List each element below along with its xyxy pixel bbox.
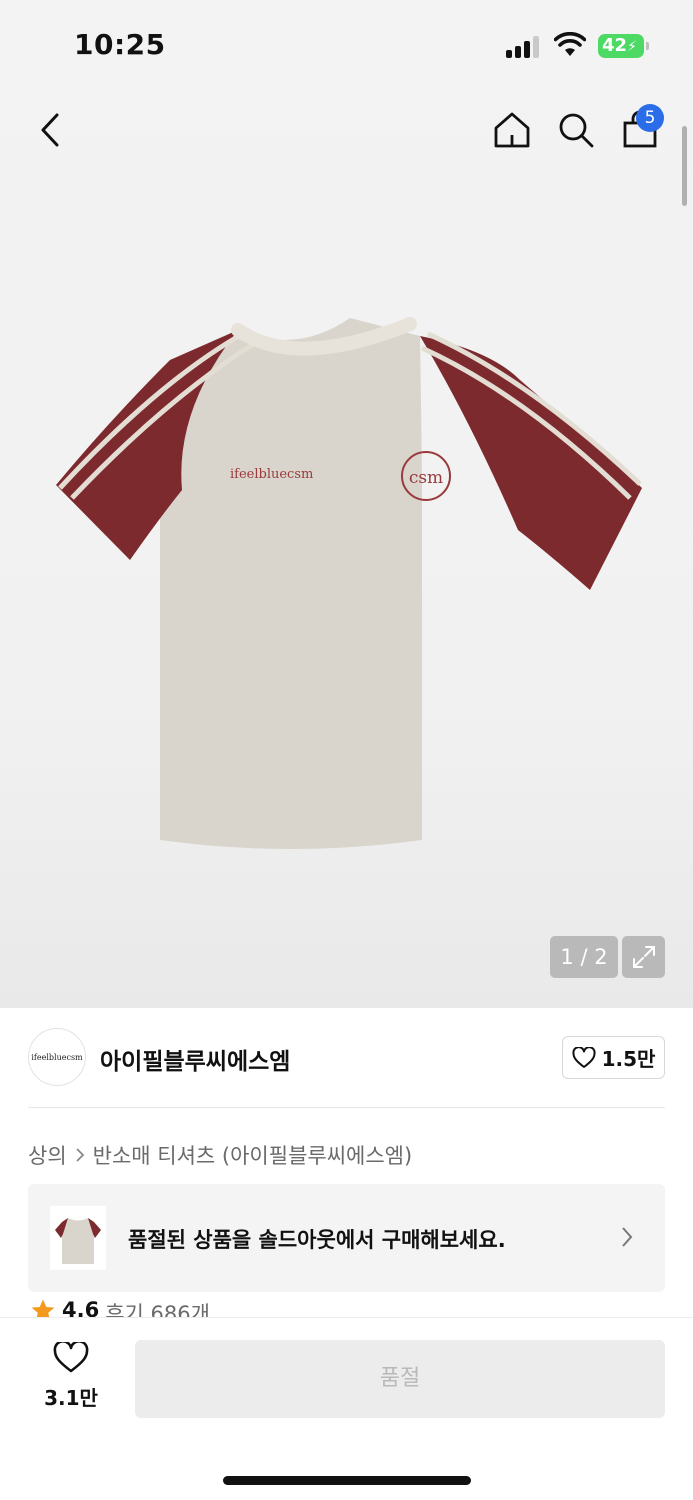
soldout-banner-text: 품절된 상품을 솔드아웃에서 구매해보세요.	[128, 1228, 506, 1252]
banner-thumbnail	[50, 1206, 106, 1270]
status-time: 10:25	[74, 28, 166, 61]
heart-icon	[572, 1046, 596, 1068]
search-icon	[559, 113, 594, 148]
image-pager: 1 / 2	[550, 936, 618, 978]
home-icon	[494, 112, 530, 148]
home-button[interactable]	[488, 106, 536, 154]
scrollbar[interactable]	[682, 126, 687, 206]
divider	[28, 1107, 665, 1108]
expand-icon	[632, 946, 655, 968]
wifi-icon	[554, 32, 586, 56]
charging-bolt-icon: ⚡	[627, 39, 637, 55]
product-gallery[interactable]: 10:25 42⚡ 5 ifeelbluecsm csm 1 / 2	[0, 0, 693, 1008]
bottom-action-bar: 3.1만 품절	[0, 1317, 693, 1500]
soldout-purchase-button[interactable]: 품절	[135, 1340, 665, 1418]
brand-name[interactable]: 아이필블루씨에스엠	[100, 1042, 290, 1076]
brand-logo[interactable]: ifeelbluecsm	[28, 1028, 86, 1086]
cart-count-badge: 5	[636, 104, 664, 132]
chest-logo-text: csm	[409, 468, 443, 488]
brand-like-button[interactable]: 1.5만	[562, 1036, 665, 1079]
back-button[interactable]	[28, 106, 72, 154]
cellular-signal-icon	[506, 34, 542, 58]
wishlist-count: 3.1만	[44, 1386, 98, 1410]
brand-like-count: 1.5만	[601, 1047, 656, 1071]
product-image[interactable]: ifeelbluecsm csm	[50, 300, 650, 870]
wishlist-button[interactable]: 3.1만	[30, 1340, 112, 1416]
chest-print-text: ifeelbluecsm	[230, 467, 313, 482]
status-bar: 10:25 42⚡	[0, 0, 693, 90]
search-button[interactable]	[552, 106, 600, 154]
breadcrumb-item-subcategory[interactable]: 반소매 티셔츠 (아이필블루씨에스엠)	[93, 1140, 413, 1170]
heart-icon	[53, 1340, 89, 1373]
breadcrumb-item-category[interactable]: 상의	[28, 1140, 67, 1170]
expand-button[interactable]	[622, 936, 665, 978]
battery-indicator: 42⚡	[598, 34, 649, 58]
breadcrumb: 상의 반소매 티셔츠 (아이필블루씨에스엠)	[28, 1140, 412, 1170]
chevron-right-icon	[76, 1148, 84, 1162]
brand-row[interactable]: ifeelbluecsm 아이필블루씨에스엠 1.5만	[28, 1028, 665, 1086]
battery-level: 42	[602, 35, 628, 56]
soldout-banner[interactable]: 품절된 상품을 솔드아웃에서 구매해보세요.	[28, 1184, 665, 1292]
chevron-left-icon	[41, 113, 59, 147]
chevron-right-icon	[622, 1227, 633, 1247]
home-indicator	[223, 1476, 471, 1485]
